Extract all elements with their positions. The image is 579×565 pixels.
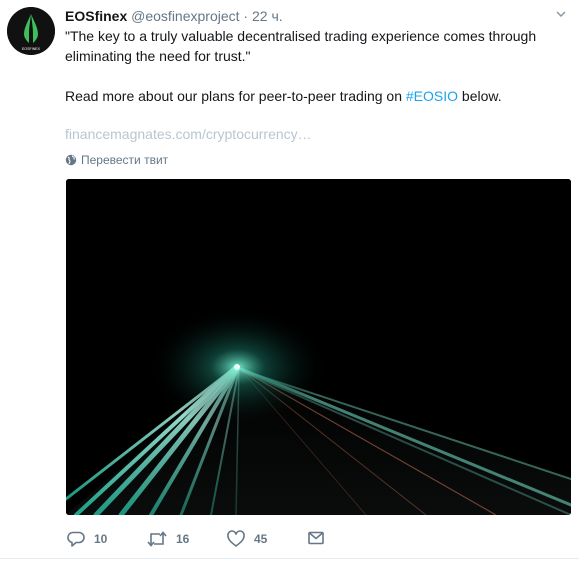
translate-label: Перевести твит	[81, 153, 169, 167]
article-link[interactable]: financemagnates.com/cryptocurrency…	[65, 125, 312, 143]
tweet-header: EOSfinex @eosfinexproject · 22 ч.	[65, 8, 283, 24]
eosfinex-logo-icon: EOSFINEX	[7, 7, 55, 55]
separator-dot: ·	[243, 8, 249, 24]
account-handle[interactable]: @eosfinexproject	[131, 8, 239, 24]
reply-icon	[67, 531, 85, 547]
tweet-timestamp[interactable]: 22 ч.	[252, 8, 283, 24]
hashtag-eosio[interactable]: #EOSIO	[406, 88, 458, 104]
account-name[interactable]: EOSfinex	[65, 8, 127, 24]
retweet-button[interactable]: 16	[146, 528, 189, 550]
avatar[interactable]: EOSFINEX	[7, 7, 55, 55]
tweet-divider	[0, 558, 579, 559]
tweet-text: "The key to a truly valuable decentralis…	[65, 26, 570, 106]
tweet-photo[interactable]	[66, 179, 571, 515]
tweet-line-2: Read more about our plans for peer-to-pe…	[65, 86, 570, 106]
like-button[interactable]: 45	[226, 528, 267, 550]
heart-icon	[227, 530, 245, 547]
tweet-quote: "The key to a truly valuable decentralis…	[65, 28, 537, 64]
retweet-count: 16	[176, 532, 190, 546]
light-trails-image	[66, 179, 571, 515]
reply-count: 10	[94, 532, 108, 546]
tweet-card: EOSFINEX EOSfinex @eosfinexproject · 22 …	[0, 0, 579, 565]
like-count: 45	[254, 532, 268, 546]
globe-icon	[65, 154, 77, 166]
direct-message-button[interactable]	[306, 528, 326, 548]
translate-tweet-button[interactable]: Перевести твит	[65, 152, 168, 168]
line2-prefix: Read more about our plans for peer-to-pe…	[65, 88, 406, 104]
retweet-icon	[147, 531, 167, 547]
avatar-text: EOSFINEX	[22, 47, 41, 51]
line2-suffix: below.	[458, 88, 502, 104]
envelope-icon	[308, 531, 324, 545]
chevron-down-icon[interactable]	[555, 8, 567, 20]
reply-button[interactable]: 10	[66, 528, 107, 550]
